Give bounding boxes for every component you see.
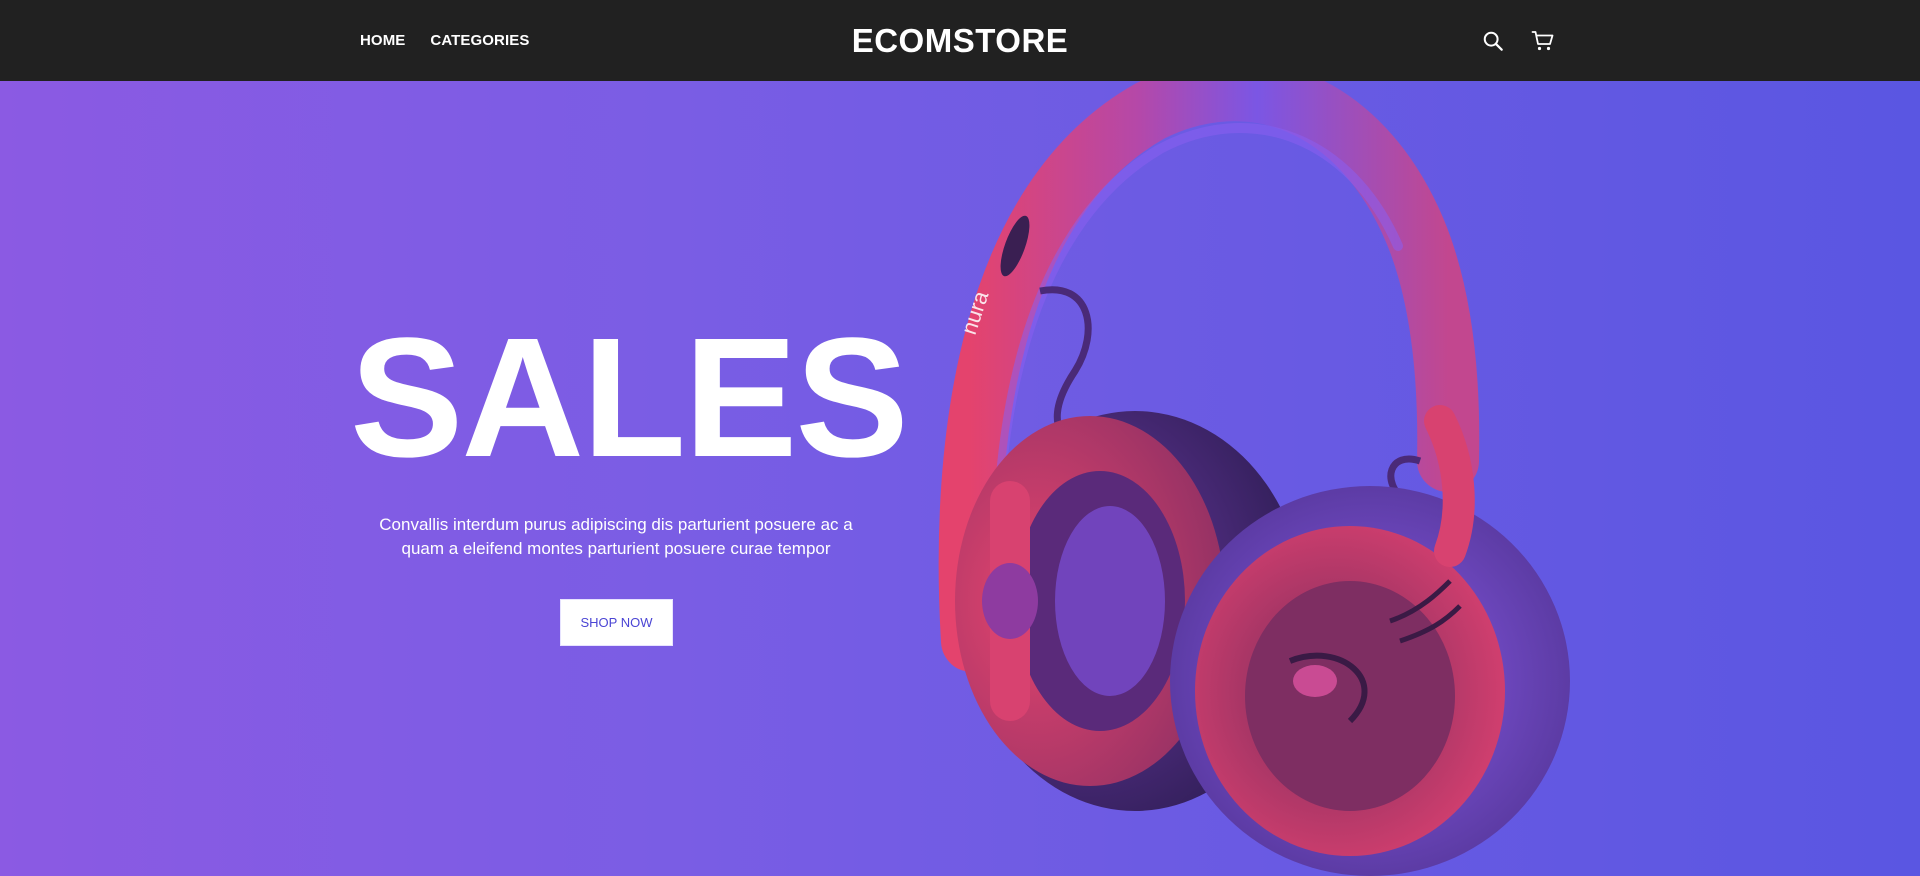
hero-subtitle-line-1: Convallis interdum purus adipiscing dis …: [379, 515, 853, 534]
brand-name[interactable]: ECOMSTORE: [852, 22, 1069, 60]
cart-icon: [1531, 30, 1554, 50]
search-button[interactable]: [1480, 28, 1506, 54]
hero-subtitle-line-2: quam a eleifend montes parturient posuer…: [401, 539, 831, 558]
search-icon: [1483, 31, 1503, 51]
nav-home-link[interactable]: HOME: [360, 32, 405, 49]
site-header: HOME CATEGORIES ECOMSTORE: [0, 0, 1920, 81]
brand-logo: ECOMSTORE: [0, 0, 1920, 81]
headphones-product-image: nura: [938, 81, 1570, 876]
hero-title: SALES: [350, 303, 909, 493]
cart-button[interactable]: [1530, 28, 1556, 54]
hero-banner: SALES Convallis interdum purus adipiscin…: [0, 81, 1920, 876]
hero-subtitle: Convallis interdum purus adipiscing dis …: [350, 513, 882, 561]
header-actions: [1480, 0, 1556, 81]
shop-now-button[interactable]: SHOP NOW: [560, 599, 673, 646]
nav-categories-link[interactable]: CATEGORIES: [430, 32, 529, 49]
main-nav: HOME CATEGORIES: [360, 0, 529, 81]
